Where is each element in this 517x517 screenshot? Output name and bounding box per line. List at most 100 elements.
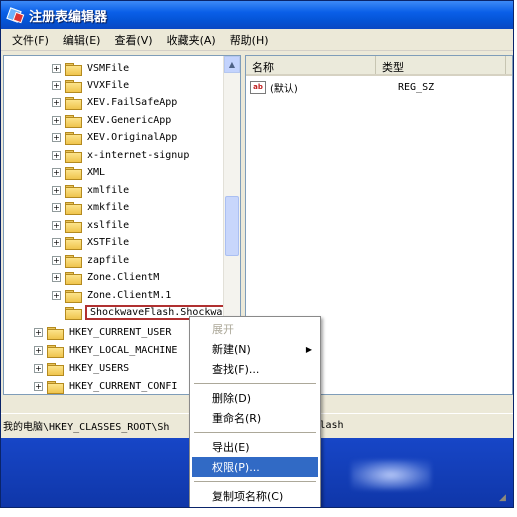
menu-favorites[interactable]: 收藏夹(A)	[160, 30, 223, 50]
folder-icon	[65, 306, 82, 320]
ab-icon: ab	[250, 80, 266, 94]
menu-file[interactable]: 文件(F)	[5, 30, 56, 50]
tree-item[interactable]: + x-internet-signup	[52, 147, 191, 164]
expand-icon[interactable]: +	[34, 346, 43, 355]
expand-icon[interactable]: +	[52, 81, 61, 90]
menu-view[interactable]: 查看(V)	[107, 30, 159, 50]
scroll-thumb[interactable]	[225, 196, 239, 256]
folder-icon	[65, 62, 82, 76]
menu-export[interactable]: 导出(E)	[192, 437, 318, 457]
expand-icon[interactable]: +	[52, 168, 61, 177]
tree-item[interactable]: + xslfile	[52, 217, 131, 234]
tree-item[interactable]: + XEV.OriginalApp	[52, 129, 179, 146]
expand-icon[interactable]: +	[52, 151, 61, 160]
folder-icon	[65, 236, 82, 250]
tree-item[interactable]: + XSTFile	[52, 234, 131, 251]
menu-separator	[194, 481, 316, 482]
tree-item-label: Zone.ClientM.1	[87, 290, 172, 301]
folder-icon	[65, 79, 82, 93]
value-row[interactable]: ab (默认) REG_SZ	[246, 78, 512, 96]
expand-icon[interactable]: +	[34, 382, 43, 391]
tree-item[interactable]: + XEV.GenericApp	[52, 112, 173, 129]
tree-item[interactable]: + VVXFile	[52, 77, 131, 94]
folder-icon	[65, 219, 82, 233]
expand-icon[interactable]: +	[52, 203, 61, 212]
tree-item[interactable]: + Zone.ClientM	[52, 269, 161, 286]
expand-icon[interactable]: +	[52, 64, 61, 73]
expand-icon[interactable]: +	[52, 186, 61, 195]
expand-icon[interactable]: +	[34, 328, 43, 337]
tree-item[interactable]: + zapfile	[52, 252, 131, 269]
folder-icon	[65, 149, 82, 163]
tree-item[interactable]: + XEV.FailSafeApp	[52, 94, 179, 111]
tree-item[interactable]: + xmkfile	[52, 199, 131, 216]
regedit-icon	[7, 7, 23, 23]
folder-icon	[65, 271, 82, 285]
menu-permissions[interactable]: 权限(P)...	[192, 457, 318, 477]
tree-item-label: xmkfile	[87, 202, 130, 213]
submenu-arrow-icon: ▶	[305, 344, 312, 354]
menu-separator	[194, 383, 316, 384]
tree-item[interactable]: + Zone.ClientM.1	[52, 287, 173, 304]
menu-edit[interactable]: 编辑(E)	[56, 30, 108, 50]
tree-item[interactable]: + VSMFile	[52, 60, 131, 77]
expand-icon[interactable]: +	[34, 364, 43, 373]
folder-icon	[47, 326, 64, 340]
folder-icon	[65, 254, 82, 268]
column-type[interactable]: 类型	[376, 56, 506, 74]
tree-item-label: Zone.ClientM	[87, 272, 160, 283]
tree-item-label: xslfile	[87, 220, 130, 231]
folder-icon	[47, 380, 64, 394]
menu-expand[interactable]: 展开	[192, 319, 318, 339]
tree-item-label: VVXFile	[87, 80, 130, 91]
tree-item-label: xmlfile	[87, 185, 130, 196]
scroll-up-arrow-icon[interactable]: ▲	[224, 56, 240, 73]
hive-label: HKEY_USERS	[69, 363, 130, 374]
folder-icon	[47, 362, 64, 376]
expand-icon[interactable]: +	[52, 291, 61, 300]
tree-hive[interactable]: + HKEY_CURRENT_USER	[34, 324, 173, 341]
tree-item-label: XEV.OriginalApp	[87, 132, 178, 143]
expand-icon[interactable]: +	[52, 133, 61, 142]
expand-icon[interactable]: +	[52, 116, 61, 125]
folder-icon	[65, 131, 82, 145]
regedit-window: 注册表编辑器 文件(F) 编辑(E) 查看(V) 收藏夹(A) 帮助(H) + …	[0, 0, 514, 508]
tree-item-label: zapfile	[87, 255, 130, 266]
expand-icon[interactable]: +	[52, 98, 61, 107]
menu-rename[interactable]: 重命名(R)	[192, 408, 318, 428]
folder-icon	[65, 166, 82, 180]
column-name[interactable]: 名称	[246, 56, 376, 74]
title-bar[interactable]: 注册表编辑器	[1, 1, 513, 29]
tree-item[interactable]: + XML	[52, 164, 107, 181]
tree-hive[interactable]: + HKEY_LOCAL_MACHINE	[34, 342, 179, 359]
folder-icon	[65, 96, 82, 110]
folder-icon	[65, 201, 82, 215]
menu-separator	[194, 432, 316, 433]
menu-help[interactable]: 帮助(H)	[223, 30, 276, 50]
tree-item-label: x-internet-signup	[87, 150, 190, 161]
menu-new[interactable]: 新建(N) ▶	[192, 339, 318, 359]
hive-label: HKEY_LOCAL_MACHINE	[69, 345, 178, 356]
hive-label: HKEY_CURRENT_USER	[69, 327, 172, 338]
resize-grip-icon[interactable]: ◢	[499, 493, 509, 503]
menu-delete[interactable]: 删除(D)	[192, 388, 318, 408]
tree-item-label: VSMFile	[87, 63, 130, 74]
tree-hive[interactable]: + HKEY_CURRENT_CONFI	[34, 378, 179, 394]
menu-copy-key-name[interactable]: 复制项名称(C)	[192, 486, 318, 506]
expand-icon[interactable]: +	[52, 238, 61, 247]
expand-icon[interactable]: +	[52, 221, 61, 230]
value-name: (默认)	[270, 83, 298, 95]
hive-label: HKEY_CURRENT_CONFI	[69, 381, 178, 392]
folder-icon	[65, 289, 82, 303]
window-title: 注册表编辑器	[29, 9, 108, 25]
folder-icon	[65, 184, 82, 198]
folder-icon	[65, 114, 82, 128]
tree-item-label: XEV.FailSafeApp	[87, 97, 178, 108]
expand-icon[interactable]: +	[52, 273, 61, 282]
tree-item-label: XML	[87, 167, 106, 178]
tree-item[interactable]: + xmlfile	[52, 182, 131, 199]
tree-hive[interactable]: + HKEY_USERS	[34, 360, 131, 377]
expand-icon[interactable]: +	[52, 256, 61, 265]
menu-find[interactable]: 查找(F)...	[192, 359, 318, 379]
blurred-region	[351, 460, 431, 490]
